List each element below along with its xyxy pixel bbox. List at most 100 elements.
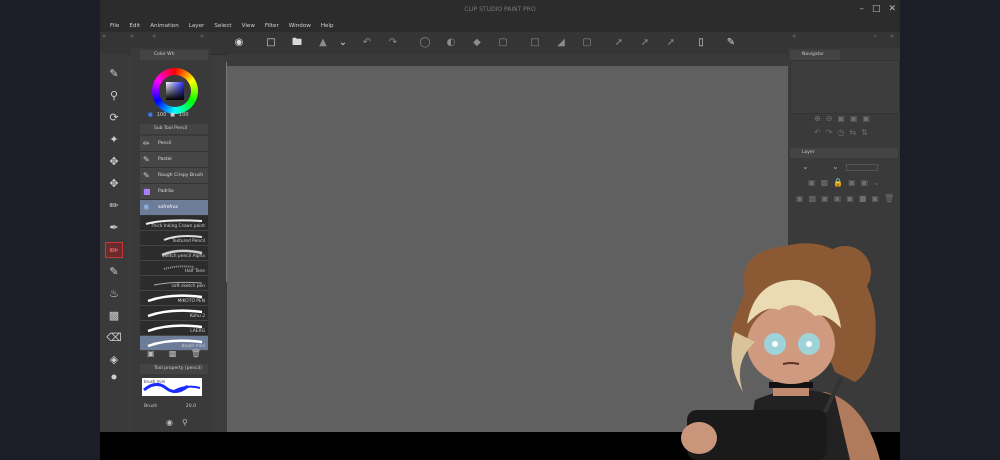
tool-property-tab[interactable]: Tool property (pencil): [140, 364, 208, 374]
menu-select[interactable]: Select: [214, 23, 231, 29]
sub-tool-item[interactable]: Textured Pencil: [140, 231, 208, 246]
smartphone-icon[interactable]: ▯: [694, 36, 708, 50]
menu-window[interactable]: Window: [289, 23, 311, 29]
left-dock-collapse-icon[interactable]: «: [102, 32, 106, 44]
chevron-down-icon[interactable]: ⌄: [873, 178, 880, 187]
menu-view[interactable]: View: [242, 23, 255, 29]
reset-rotation-icon[interactable]: ◷: [837, 128, 844, 137]
color-wheel[interactable]: ■ 100 ■ 100: [140, 60, 202, 120]
flip-horizontal-icon[interactable]: ⇆: [849, 128, 856, 137]
sub-tool-item[interactable]: Kohu 2: [140, 306, 208, 321]
decoration-icon[interactable]: ▩: [105, 308, 123, 324]
sub-tool-item[interactable]: Sketch pencil Alpha: [140, 246, 208, 261]
zoom-in-icon[interactable]: ⊕: [814, 114, 821, 123]
sub-tool-item[interactable]: Thick Inking Crown paint: [140, 216, 208, 231]
right-dock-collapse-icon[interactable]: «: [792, 32, 796, 44]
snap-ruler-icon[interactable]: ➚: [612, 36, 626, 50]
sub-tool-item[interactable]: ✎ Rough Crispy Brush: [140, 168, 208, 184]
rotate-left-icon[interactable]: ↶: [814, 128, 821, 137]
redo-icon[interactable]: ↷: [386, 36, 400, 50]
show-selection-icon[interactable]: ▢: [580, 36, 594, 50]
eyedropper-icon[interactable]: ✏: [105, 198, 123, 214]
crop-icon[interactable]: ▢: [496, 36, 510, 50]
merge-down-icon[interactable]: ▣: [846, 194, 854, 203]
apply-mask-icon[interactable]: ▣: [871, 194, 879, 203]
zoom-tool-icon[interactable]: ✎: [105, 66, 123, 82]
pen-icon[interactable]: ✒: [105, 220, 123, 236]
transfer-down-icon[interactable]: ▣: [834, 194, 842, 203]
blend-icon[interactable]: ⚫: [105, 370, 123, 386]
left-dock-collapse-icon[interactable]: «: [152, 32, 156, 44]
sub-tool-item[interactable]: ✎ Pastel: [140, 152, 208, 168]
move-icon[interactable]: ✥: [105, 176, 123, 192]
minimize-button[interactable]: –: [859, 4, 864, 14]
chevron-down-icon[interactable]: ⌄: [832, 162, 839, 171]
create-mask-icon[interactable]: ■: [859, 194, 867, 203]
left-dock-expand-icon[interactable]: »: [130, 32, 134, 44]
layer-clip-icon[interactable]: ▣: [808, 178, 816, 187]
rotate-icon[interactable]: ⟳: [105, 110, 123, 126]
sub-tool-item[interactable]: ■ Padrão: [140, 184, 208, 200]
eye-icon[interactable]: ◉: [232, 36, 246, 50]
brush-size-row[interactable]: Brush 20.0: [144, 404, 204, 409]
open-folder-icon[interactable]: 🖿: [290, 36, 304, 50]
menu-edit[interactable]: Edit: [129, 23, 140, 29]
sub-tool-item[interactable]: LAERG: [140, 321, 208, 336]
fill-bucket-icon[interactable]: ◈: [105, 352, 123, 368]
menu-help[interactable]: Help: [321, 23, 334, 29]
eraser-icon[interactable]: ⌫: [105, 330, 123, 346]
operation-icon[interactable]: ✦: [105, 132, 123, 148]
invert-selection-icon[interactable]: ◢: [554, 36, 568, 50]
right-dock-expand-icon[interactable]: »: [890, 32, 894, 44]
airbrush-icon[interactable]: ♨: [105, 286, 123, 302]
navigator-preview[interactable]: [790, 60, 900, 114]
snap-grid-icon[interactable]: ➚: [664, 36, 678, 50]
save-icon[interactable]: ▲: [316, 36, 330, 50]
navigator-tab[interactable]: Navigator: [790, 50, 840, 60]
sub-tool-item[interactable]: MIKOTO PEN: [140, 291, 208, 306]
menu-layer[interactable]: Layer: [189, 23, 205, 29]
saturation-value-square[interactable]: [166, 82, 184, 100]
lock-icon[interactable]: 🔒: [833, 178, 843, 187]
rotate-right-icon[interactable]: ↷: [826, 128, 833, 137]
trash-icon[interactable]: 🗑: [191, 349, 201, 358]
duplicate-sub-tool-icon[interactable]: ▩: [169, 349, 177, 358]
new-file-icon[interactable]: □: [264, 36, 278, 50]
sub-tool-item[interactable]: ❄ sofrefros: [140, 200, 208, 216]
menu-file[interactable]: File: [110, 23, 119, 29]
undo-icon[interactable]: ↶: [360, 36, 374, 50]
new-vector-layer-icon[interactable]: ▩: [809, 194, 817, 203]
maximize-button[interactable]: □: [872, 4, 881, 14]
layer-reference-icon[interactable]: ▩: [821, 178, 829, 187]
fill-icon[interactable]: ◆: [470, 36, 484, 50]
close-button[interactable]: ✕: [888, 4, 896, 14]
clear-icon[interactable]: ◯: [418, 36, 432, 50]
new-raster-layer-icon[interactable]: ▣: [796, 194, 804, 203]
right-dock-expand-icon[interactable]: ›: [874, 32, 877, 44]
zoom-out-icon[interactable]: ⊖: [826, 114, 833, 123]
layer-mask-icon[interactable]: ▣: [861, 178, 869, 187]
clear-outside-icon[interactable]: ◐: [444, 36, 458, 50]
chevron-down-icon[interactable]: ⌄: [802, 162, 809, 171]
fit-icon[interactable]: ▣: [837, 114, 845, 123]
brush-size-value[interactable]: 20.0: [186, 404, 196, 409]
actual-size-icon[interactable]: ▣: [850, 114, 858, 123]
deselect-icon[interactable]: □: [528, 36, 542, 50]
companion-icon[interactable]: ✎: [724, 36, 738, 50]
chevron-down-icon[interactable]: ⌄: [336, 36, 350, 50]
wrench-icon[interactable]: ⚲: [182, 418, 188, 427]
sub-tool-tab[interactable]: Sub Tool Pencil: [140, 124, 208, 134]
flip-icon[interactable]: ▣: [863, 114, 871, 123]
color-wheel-tab[interactable]: Color Wh: [140, 50, 208, 60]
sub-tool-item[interactable]: Half Tone: [140, 261, 208, 276]
layer-tab[interactable]: Layer: [790, 148, 898, 158]
move-layer-icon[interactable]: ✥: [105, 154, 123, 170]
magnifier-icon[interactable]: ⚲: [105, 88, 123, 104]
snap-special-ruler-icon[interactable]: ➚: [638, 36, 652, 50]
menu-filter[interactable]: Filter: [265, 23, 279, 29]
copy-sub-tool-icon[interactable]: ▣: [147, 349, 155, 358]
sub-tool-item[interactable]: soft sketch pen: [140, 276, 208, 291]
left-dock-expand-icon[interactable]: »: [200, 32, 204, 44]
opacity-slider[interactable]: [846, 164, 878, 171]
menu-animation[interactable]: Animation: [150, 23, 179, 29]
